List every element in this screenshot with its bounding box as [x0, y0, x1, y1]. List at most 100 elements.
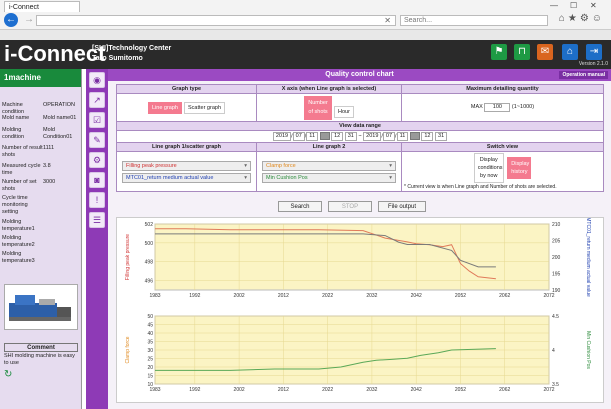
- chart-panel: 1983 1992 2002 2012 2022 2032 2042 2052 2062 2072…: [116, 217, 604, 403]
- unlock-icon[interactable]: ⊓: [514, 44, 530, 60]
- alarm-icon[interactable]: !: [89, 192, 105, 208]
- property-label: Molding temperature2: [2, 235, 35, 248]
- display-now-button[interactable]: Display conditions by now: [473, 153, 504, 184]
- end-minute-select[interactable]: 31: [435, 132, 448, 142]
- x-axis-header: X axis (when Line graph is selected): [256, 84, 402, 94]
- end-hour-select[interactable]: 12: [421, 132, 434, 142]
- y-tick-label-right: 200: [552, 255, 561, 261]
- calendar-icon[interactable]: [319, 132, 330, 140]
- home-icon[interactable]: ⌂: [562, 44, 578, 60]
- start-day-select[interactable]: 11: [306, 132, 319, 142]
- property-label: Number of result shots: [2, 145, 43, 158]
- maximize-button[interactable]: ☐: [570, 1, 577, 10]
- y-tick-label-right: 190: [552, 288, 561, 294]
- x-tick-label: 2042: [411, 387, 422, 393]
- start-year-select[interactable]: 2019: [272, 132, 292, 142]
- refresh-icon[interactable]: ↻: [4, 369, 12, 380]
- mail-icon[interactable]: ✉: [537, 44, 553, 60]
- search-button[interactable]: Search: [278, 201, 322, 212]
- x-tick-label: 1983: [149, 293, 160, 299]
- address-bar[interactable]: ✕: [36, 15, 396, 26]
- graph-type-header: Graph type: [116, 84, 257, 94]
- property-value: OPERATION: [43, 102, 75, 108]
- operation-manual-button[interactable]: Operation manual: [559, 71, 608, 79]
- file-output-button[interactable]: File output: [378, 201, 426, 212]
- scatter-graph-button[interactable]: Scatter graph: [183, 101, 226, 114]
- graph2-header: Line graph 2: [256, 142, 402, 153]
- property-label: Molding temperature3: [2, 251, 35, 264]
- graph2-select-1[interactable]: Clamp force ▾: [262, 160, 396, 171]
- browser-search-input[interactable]: Search...: [400, 15, 548, 26]
- y-tick-label-left: 496: [145, 279, 154, 285]
- x-tick-label: 2042: [411, 293, 422, 299]
- x-tick-label: 2012: [278, 293, 289, 299]
- forward-icon[interactable]: →: [24, 14, 34, 25]
- calendar-icon[interactable]: [409, 132, 420, 140]
- y-tick-label-left: 40: [147, 331, 153, 337]
- x-tick-label: 1992: [189, 293, 200, 299]
- end-year-select[interactable]: 2019: [363, 132, 382, 142]
- start-month-select[interactable]: 07: [292, 132, 305, 142]
- line-graph-button[interactable]: Line graph: [147, 101, 182, 114]
- machine-title: 1machine: [0, 69, 81, 87]
- control-table: Graph type X axis (when Line graph is se…: [116, 84, 604, 193]
- quality-chart-icon[interactable]: ☑: [89, 112, 105, 128]
- y-tick-label-left: 500: [145, 241, 154, 247]
- graph1-select-1[interactable]: Filling peak pressure ▾: [122, 160, 251, 171]
- graph1-select-2[interactable]: MTC01_return medium actual value ▾: [122, 172, 251, 183]
- favorites-icon[interactable]: ★: [568, 13, 580, 24]
- app-header: i-Connect [SHI]Technology Center Taro Su…: [0, 40, 611, 69]
- home-icon[interactable]: ⌂: [559, 13, 568, 24]
- settings-icon[interactable]: ⚙: [580, 13, 592, 24]
- property-value: 1111: [43, 145, 55, 151]
- y-axis-label-left: Filling peak pressure: [125, 234, 131, 280]
- property-value: Mold Condition01: [43, 127, 73, 140]
- y-axis-label-right: MTC01_return medium actual value: [585, 218, 591, 297]
- minimize-button[interactable]: —: [550, 1, 558, 10]
- back-icon[interactable]: ←: [4, 13, 18, 27]
- logout-icon[interactable]: ⇥: [586, 44, 602, 60]
- shots-button[interactable]: Number of shots: [304, 95, 333, 120]
- display-history-button[interactable]: Display history: [507, 157, 532, 180]
- browser-tab[interactable]: i-Connect: [4, 1, 80, 12]
- network-icon[interactable]: ⚑: [491, 44, 507, 60]
- analysis-icon[interactable]: ✎: [89, 132, 105, 148]
- x-tick-label: 2062: [499, 293, 510, 299]
- machine-image: [4, 284, 78, 330]
- y-tick-label-right: 195: [552, 272, 561, 278]
- graph2-select-2[interactable]: Min Cushion Pos ▾: [262, 172, 396, 183]
- y-tick-label-left: 502: [145, 222, 154, 228]
- company-name: [SHI]Technology Center: [92, 45, 172, 52]
- property-label: Measured cycle time: [2, 163, 41, 176]
- property-value: 3000: [43, 179, 56, 185]
- y-tick-label-right: 210: [552, 222, 561, 228]
- x-tick-label: 1992: [189, 387, 200, 393]
- end-month-select[interactable]: 07: [382, 132, 396, 142]
- machine-sidebar: 1machine Machine condition OPERATION Mold …: [0, 69, 82, 409]
- smiley-icon[interactable]: ☺: [592, 13, 605, 24]
- max-detail-header: Maximum detailing quantity: [401, 84, 604, 94]
- start-minute-select[interactable]: 31: [344, 132, 357, 142]
- history-icon[interactable]: ☰: [89, 212, 105, 228]
- property-value: Mold name01: [43, 115, 77, 121]
- start-hour-select[interactable]: 12: [331, 132, 344, 142]
- maintenance-icon[interactable]: ⚙: [89, 152, 105, 168]
- camera-icon[interactable]: ◙: [89, 172, 105, 188]
- switch-view-header: Switch view: [401, 142, 604, 153]
- main-panel: Quality control chart Operation manual G…: [108, 69, 611, 409]
- hour-button[interactable]: Hour: [334, 105, 354, 118]
- property-label: Number of set shots: [2, 179, 37, 192]
- trend-chart-icon[interactable]: ↗: [89, 92, 105, 108]
- user-info: [SHI]Technology Center Taro Sumitomo: [92, 44, 171, 64]
- max-input[interactable]: 100: [484, 103, 511, 112]
- max-label: MAX: [470, 104, 483, 110]
- close-window-button[interactable]: ✕: [590, 1, 597, 10]
- browser-toolbar-icons[interactable]: ⌂★⚙☺: [559, 13, 605, 24]
- x-tick-label: 2062: [499, 387, 510, 393]
- stop-button[interactable]: STOP: [328, 201, 372, 212]
- end-day-select[interactable]: 11: [396, 132, 409, 142]
- favorites-bar: [0, 30, 611, 40]
- monitor-icon[interactable]: ◉: [89, 72, 105, 88]
- clear-icon[interactable]: ✕: [384, 16, 391, 26]
- property-label: Machine condition: [2, 102, 25, 115]
